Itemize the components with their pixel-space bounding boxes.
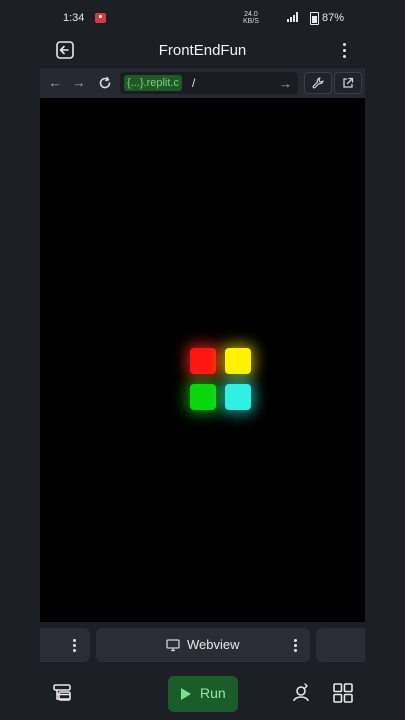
tab-webview-menu-icon[interactable] (293, 639, 297, 653)
url-host: {...}.replit.c (124, 75, 182, 91)
app-header: FrontEndFun (40, 36, 365, 66)
wrench-icon (312, 77, 324, 89)
webview-canvas[interactable] (40, 98, 365, 622)
green-square (190, 384, 216, 410)
external-link-icon (343, 77, 354, 88)
tab-previous-menu-icon[interactable] (72, 639, 76, 653)
yellow-square (225, 348, 251, 374)
url-input[interactable]: {...}.replit.c / → (120, 72, 298, 94)
run-button[interactable]: Run (168, 676, 238, 712)
kebab-menu-icon[interactable] (341, 40, 347, 60)
background-right (365, 0, 405, 720)
battery-percent: 87% (322, 12, 345, 24)
network-speed-value: 24.0 (244, 11, 258, 18)
layers-icon[interactable] (52, 682, 74, 704)
status-bar: 1:34 24.0 KB/S 87% (0, 0, 405, 36)
network-speed: 24.0 KB/S (243, 11, 259, 25)
status-time: 1:34 (63, 12, 85, 24)
go-arrow-icon[interactable]: → (279, 76, 292, 91)
background-left (0, 0, 40, 720)
url-bar: ← → {...}.replit.c / → (40, 68, 365, 98)
screen-record-icon (95, 13, 106, 23)
run-label: Run (200, 685, 226, 701)
battery-icon (310, 12, 319, 25)
url-path: / (192, 76, 196, 90)
back-arrow-icon[interactable]: ← (48, 76, 62, 90)
tab-webview[interactable]: Webview (96, 628, 310, 662)
open-external-button[interactable] (334, 72, 362, 94)
app-title: FrontEndFun (158, 42, 247, 59)
devtools-button[interactable] (304, 72, 332, 94)
play-icon (181, 688, 191, 700)
network-speed-unit: KB/S (243, 18, 259, 25)
monitor-icon (166, 639, 180, 652)
reload-icon[interactable] (98, 76, 112, 90)
cyan-square (225, 384, 251, 410)
bottom-toolbar: Run (40, 668, 365, 720)
tab-previous[interactable] (40, 628, 90, 662)
grid-icon[interactable] (332, 682, 354, 704)
tab-webview-label: Webview (187, 637, 240, 652)
tab-next[interactable] (316, 628, 365, 662)
user-swap-icon[interactable] (290, 682, 312, 704)
forward-arrow-icon[interactable]: → (72, 76, 86, 90)
red-square (190, 348, 216, 374)
pane-tabs-bar: Webview (40, 622, 365, 668)
